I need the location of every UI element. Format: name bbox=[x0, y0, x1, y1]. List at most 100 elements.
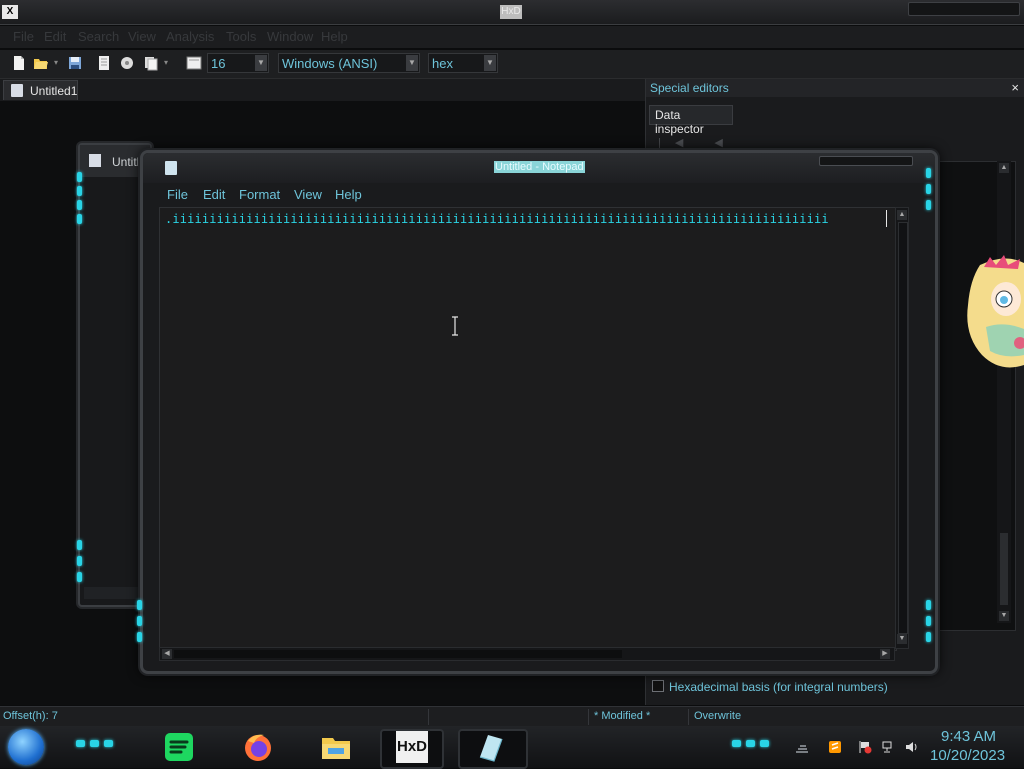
scroll-thumb[interactable] bbox=[174, 650, 622, 658]
chevron-down-icon[interactable]: ▼ bbox=[255, 55, 267, 71]
window-caption-buttons[interactable] bbox=[819, 156, 913, 166]
frame-accent bbox=[926, 600, 931, 610]
frame-accent bbox=[77, 214, 82, 224]
tab-label: Untitled1 bbox=[30, 84, 78, 98]
offset-base-select[interactable]: hex ▼ bbox=[428, 53, 498, 73]
tab-label: Data inspector bbox=[655, 108, 704, 136]
spotify-icon[interactable] bbox=[163, 731, 195, 763]
new-file-icon[interactable] bbox=[11, 55, 27, 71]
frame-accent bbox=[926, 200, 931, 210]
open-disk-icon[interactable] bbox=[96, 55, 112, 71]
chevron-down-icon[interactable]: ▼ bbox=[406, 55, 418, 71]
notepad-text-area[interactable]: .iiiiiiiiiiiiiiiiiiiiiiiiiiiiiiiiiiiiiii… bbox=[159, 207, 897, 651]
status-mode: Overwrite bbox=[694, 710, 742, 722]
hex-basis-label: Hexadecimal basis (for integral numbers) bbox=[669, 680, 888, 694]
frame-accent bbox=[137, 600, 142, 610]
frame-accent bbox=[77, 186, 82, 196]
scroll-right-icon[interactable]: ▶ bbox=[880, 649, 890, 659]
charset-value: Windows (ANSI) bbox=[282, 56, 378, 71]
special-editors-title: Special editors bbox=[650, 81, 729, 95]
menu-tools[interactable]: Tools bbox=[226, 29, 256, 44]
text-caret bbox=[886, 210, 887, 227]
menu-file[interactable]: File bbox=[13, 29, 34, 44]
notepad-horizontal-scrollbar[interactable]: ◀ ▶ bbox=[159, 647, 895, 661]
hxd-toolbar: ▾ ▾ 16 ▼ Windows (ANSI) ▼ hex ▼ bbox=[0, 50, 1024, 79]
status-divider bbox=[688, 709, 689, 725]
notepad-menu-bar: File Edit Format View Help bbox=[159, 184, 913, 206]
open-folder-icon[interactable] bbox=[33, 55, 49, 71]
scroll-down-icon[interactable]: ▼ bbox=[999, 611, 1009, 621]
hxd-window-title: HxD bbox=[500, 5, 522, 19]
menu-edit[interactable]: Edit bbox=[203, 187, 225, 202]
copy-icon[interactable] bbox=[143, 55, 159, 71]
menu-format[interactable]: Format bbox=[239, 187, 280, 202]
frame-accent bbox=[926, 184, 931, 194]
status-bar: Offset(h): 7 * Modified * Overwrite bbox=[0, 706, 1024, 727]
scroll-left-icon[interactable]: ◀ bbox=[162, 649, 172, 659]
menu-view[interactable]: View bbox=[128, 29, 156, 44]
hxd-icon[interactable]: HxD bbox=[396, 731, 428, 763]
child-window-scrollbar[interactable] bbox=[84, 587, 144, 599]
menu-file[interactable]: File bbox=[167, 187, 188, 202]
hex-basis-checkbox[interactable]: Hexadecimal basis (for integral numbers) bbox=[652, 680, 888, 694]
notepad-vertical-scrollbar[interactable]: ▲ ▼ bbox=[895, 207, 909, 649]
menu-search[interactable]: Search bbox=[78, 29, 119, 44]
notepad-icon[interactable] bbox=[474, 731, 506, 763]
sublime-tray-icon[interactable] bbox=[828, 740, 842, 754]
notepad-title: Untitled - Notepad bbox=[494, 161, 585, 173]
network-icon[interactable] bbox=[882, 740, 896, 754]
frame-accent bbox=[926, 616, 931, 626]
menu-analysis[interactable]: Analysis bbox=[166, 29, 214, 44]
i-beam-cursor-icon bbox=[452, 316, 458, 336]
firefox-icon[interactable] bbox=[242, 731, 274, 763]
taskbar-accent bbox=[746, 740, 755, 747]
charset-select[interactable]: Windows (ANSI) ▼ bbox=[278, 53, 420, 73]
frame-accent bbox=[77, 556, 82, 566]
frame-accent bbox=[926, 168, 931, 178]
inspector-nav-arrows[interactable]: |◀ ◀ ▶ ▶| bbox=[658, 136, 748, 162]
scroll-thumb[interactable] bbox=[898, 222, 908, 634]
copy-dropdown-icon[interactable]: ▾ bbox=[164, 58, 168, 67]
action-center-flag-icon[interactable] bbox=[858, 740, 872, 754]
offset-base-value: hex bbox=[432, 56, 453, 71]
file-explorer-icon[interactable] bbox=[320, 731, 352, 763]
window-caption-buttons[interactable] bbox=[908, 2, 1020, 16]
notepad-window[interactable]: Untitled - Notepad File Edit Format View… bbox=[140, 150, 938, 674]
save-icon[interactable] bbox=[67, 55, 83, 71]
clock-date[interactable]: 10/20/2023 bbox=[930, 747, 1005, 764]
open-ram-icon[interactable] bbox=[119, 55, 135, 71]
tab-data-inspector[interactable]: Data inspector bbox=[649, 105, 733, 136]
close-icon[interactable]: × bbox=[1011, 80, 1019, 95]
menu-edit[interactable]: Edit bbox=[44, 29, 66, 44]
start-button[interactable] bbox=[8, 729, 44, 765]
taskbar-accent bbox=[90, 740, 99, 747]
bytes-per-row-icon bbox=[186, 56, 202, 70]
chevron-down-icon[interactable]: ▼ bbox=[484, 55, 496, 71]
scroll-up-icon[interactable]: ▲ bbox=[999, 163, 1009, 173]
open-dropdown-icon[interactable]: ▾ bbox=[54, 58, 58, 67]
bytes-per-row-value: 16 bbox=[211, 56, 226, 71]
network-bars-icon[interactable] bbox=[795, 740, 809, 754]
inspector-scrollbar[interactable]: ▲ ▼ bbox=[997, 161, 1011, 623]
frame-accent bbox=[137, 632, 142, 642]
frame-accent bbox=[77, 572, 82, 582]
hxd-app-icon[interactable]: X bbox=[2, 5, 18, 19]
scroll-down-icon[interactable]: ▼ bbox=[897, 634, 907, 644]
menu-view[interactable]: View bbox=[294, 187, 322, 202]
scroll-thumb[interactable] bbox=[1000, 533, 1008, 605]
bytes-per-row-select[interactable]: 16 ▼ bbox=[207, 53, 269, 73]
menu-help[interactable]: Help bbox=[321, 29, 348, 44]
tab-untitled1[interactable]: Untitled1 bbox=[3, 80, 78, 100]
notepad-title-bar[interactable]: Untitled - Notepad bbox=[143, 153, 935, 183]
document-tab-strip: Untitled1 bbox=[0, 79, 645, 101]
checkbox-icon[interactable] bbox=[652, 680, 664, 692]
clock-time[interactable]: 9:43 AM bbox=[941, 728, 996, 745]
hex-document-icon bbox=[11, 84, 23, 97]
notepad-icon bbox=[165, 161, 177, 175]
status-divider bbox=[428, 709, 429, 725]
menu-help[interactable]: Help bbox=[335, 187, 362, 202]
scroll-up-icon[interactable]: ▲ bbox=[897, 210, 907, 220]
frame-accent bbox=[77, 540, 82, 550]
volume-icon[interactable] bbox=[905, 740, 919, 754]
menu-window[interactable]: Window bbox=[267, 29, 313, 44]
